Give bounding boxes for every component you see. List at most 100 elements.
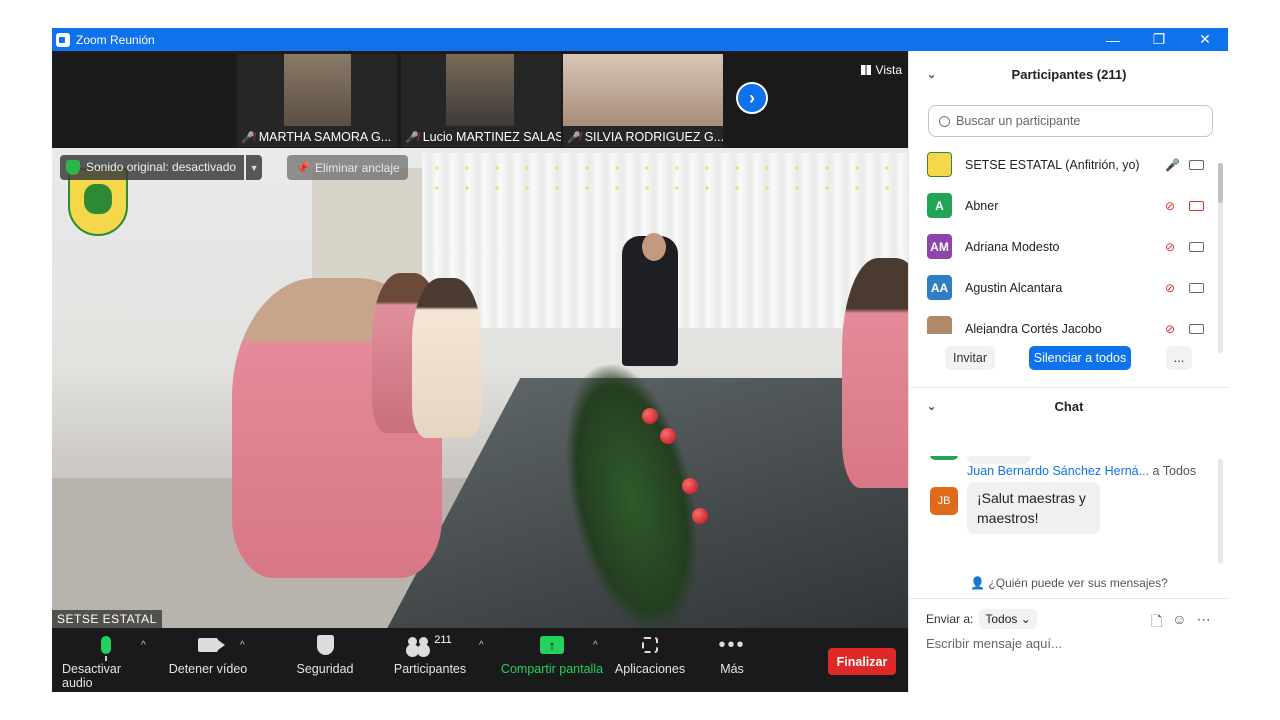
more-dots-icon: ••• [718, 633, 746, 656]
share-screen-icon: ↑ [540, 636, 564, 654]
unpin-button[interactable]: 📌 Eliminar anclaje [287, 155, 408, 180]
share-options-caret-icon[interactable]: ^ [593, 640, 598, 651]
ornament [660, 428, 676, 444]
video-camera-icon[interactable] [1189, 282, 1204, 293]
participant-row[interactable]: Alejandra Cortés Jacobo ⊘ [909, 308, 1219, 334]
avatar: JB [930, 487, 958, 515]
participant-row[interactable]: AA Agustin Alcantara ⊘ [909, 267, 1219, 308]
participants-header: ⌄ Participantes (211) [909, 55, 1229, 93]
view-button[interactable]: Vista [860, 63, 902, 77]
stop-video-button[interactable]: Detener vídeo [168, 628, 248, 692]
security-shield-icon [66, 160, 80, 175]
microphone-icon[interactable]: 🎤 [1165, 158, 1180, 172]
mute-audio-button[interactable]: Desactivar audio [62, 628, 150, 692]
chat-title: Chat [1054, 399, 1084, 414]
chat-sender-name[interactable]: Juan Bernardo Sánchez Herná... [967, 464, 1149, 478]
apps-button[interactable]: Aplicaciones [614, 628, 686, 692]
participant-row-name: Alejandra Cortés Jacobo [965, 321, 1102, 335]
share-screen-button[interactable]: ↑ Compartir pantalla [500, 628, 604, 692]
apps-icon [642, 637, 658, 653]
mic-muted-icon[interactable]: ⊘ [1165, 322, 1175, 335]
recipient-dropdown[interactable]: Todos ⌄ [979, 609, 1037, 629]
participant-row[interactable]: AM Adriana Modesto ⊘ [909, 226, 1219, 267]
restore-button[interactable]: ❐ [1136, 28, 1182, 51]
video-off-icon[interactable] [1189, 200, 1204, 211]
speaker-name-label: SETSE ESTATAL [52, 610, 162, 628]
video-camera-icon [198, 638, 225, 652]
participants-label: Participantes [393, 662, 467, 676]
grid-view-icon [860, 65, 871, 75]
more-button[interactable]: ••• Más [712, 628, 752, 692]
participants-button[interactable]: 211 Participantes [393, 628, 467, 692]
mic-muted-icon[interactable]: ⊘ [1165, 240, 1175, 254]
collapse-chevron-icon[interactable]: ⌄ [927, 400, 936, 413]
video-options-caret-icon[interactable]: ^ [240, 640, 245, 651]
mic-muted-icon: 🎤̸ [405, 131, 419, 144]
zoom-window: Zoom Reunión — ❐ ✕ 🎤̸ MARTHA SAMORA G... … [52, 28, 1229, 692]
meeting-toolbar: Desactivar audio ^ Detener vídeo ^ Segur… [52, 628, 908, 692]
mute-audio-label: Desactivar audio [62, 662, 122, 690]
stop-video-label: Detener vídeo [168, 662, 248, 676]
thumbnail-strip: 🎤̸ MARTHA SAMORA G... 🎤̸ Lucio MARTINEZ SA… [52, 51, 908, 148]
ornament [692, 508, 708, 524]
send-to-label: Enviar a: [926, 612, 974, 626]
presenter-head [642, 233, 666, 261]
string-lights [422, 158, 902, 198]
chat-message-input[interactable]: Escribir mensaje aquí... [926, 636, 1216, 658]
security-button[interactable]: Seguridad [295, 628, 355, 692]
more-options-button[interactable]: ... [1166, 346, 1192, 370]
chat-scrollbar[interactable] [1218, 459, 1223, 564]
participant-name: Lucio MARTINEZ SALAS [422, 130, 561, 144]
participant-thumbnail[interactable]: 🎤̸ Lucio MARTINEZ SALAS [401, 54, 561, 147]
close-button[interactable]: ✕ [1182, 28, 1228, 51]
meeting-area: 🎤̸ MARTHA SAMORA G... 🎤̸ Lucio MARTINEZ SA… [52, 51, 908, 692]
chat-bubble [967, 456, 1031, 464]
file-icon[interactable]: 🗋 [1151, 611, 1162, 635]
mic-muted-icon[interactable]: ⊘ [1165, 281, 1175, 295]
zoom-app-icon [56, 32, 70, 47]
participant-row[interactable]: A Abner ⊘ [909, 185, 1219, 226]
share-screen-label: Compartir pantalla [500, 662, 604, 676]
participant-actions: Invitar Silenciar a todos ... [909, 346, 1229, 372]
next-page-arrow-icon[interactable]: › [736, 82, 768, 114]
chat-tools: 🗋 ☺ ⋯ [1151, 611, 1211, 635]
video-camera-icon[interactable] [1189, 323, 1204, 334]
ornament [682, 478, 698, 494]
avatar [930, 456, 958, 460]
shield-icon [316, 635, 334, 655]
title-bar: Zoom Reunión — ❐ ✕ [52, 28, 1228, 51]
participant-thumbnail[interactable]: 🎤̸ MARTHA SAMORA G... [237, 54, 397, 147]
video-camera-icon[interactable] [1189, 241, 1204, 252]
chat-recipient: a Todos [1152, 464, 1197, 478]
video-camera-icon[interactable] [1189, 159, 1204, 170]
end-meeting-button[interactable]: Finalizar [828, 648, 896, 675]
avatar [927, 152, 952, 177]
emoji-icon[interactable]: ☺ [1172, 611, 1186, 635]
more-dots-icon[interactable]: ⋯ [1197, 611, 1211, 635]
participant-thumbnail[interactable]: 🎤̸ SILVIA RODRIGUEZ G... [563, 54, 723, 147]
avatar [927, 316, 952, 334]
minimize-button[interactable]: — [1090, 28, 1136, 51]
mute-all-button[interactable]: Silenciar a todos [1029, 346, 1131, 370]
send-to-row: Enviar a: Todos ⌄ [926, 609, 1037, 629]
avatar: AM [927, 234, 952, 259]
participant-row[interactable]: SETSE ESTATAL (Anfitrión, yo) 🎤 [909, 144, 1219, 185]
participant-search-input[interactable]: Buscar un participante [928, 105, 1213, 137]
participants-options-caret-icon[interactable]: ^ [479, 640, 484, 651]
chevron-down-icon[interactable]: ▼ [246, 155, 263, 180]
who-can-see-messages-link[interactable]: 👤 ¿Quién puede ver sus mensajes? [909, 576, 1229, 590]
security-label: Seguridad [296, 662, 354, 676]
main-speaker-video: Sonido original: desactivado ▼ 📌 Elimina… [52, 148, 908, 628]
invite-button[interactable]: Invitar [945, 346, 995, 370]
search-placeholder: Buscar un participante [956, 114, 1081, 128]
side-panel: ⌄ Participantes (211) Buscar un particip… [908, 51, 1229, 692]
original-sound-control[interactable]: Sonido original: desactivado ▼ [60, 155, 263, 180]
mic-muted-icon: 🎤̸ [567, 131, 581, 144]
collapse-chevron-icon[interactable]: ⌄ [927, 68, 936, 81]
participant-list-scrollbar[interactable] [1218, 163, 1223, 353]
mic-muted-icon[interactable]: ⊘ [1165, 199, 1175, 213]
participants-title: Participantes (211) [1011, 66, 1127, 82]
audio-options-caret-icon[interactable]: ^ [141, 640, 146, 651]
chat-sender-line: Juan Bernardo Sánchez Herná... a Todos [967, 464, 1196, 478]
participant-video [284, 54, 351, 126]
